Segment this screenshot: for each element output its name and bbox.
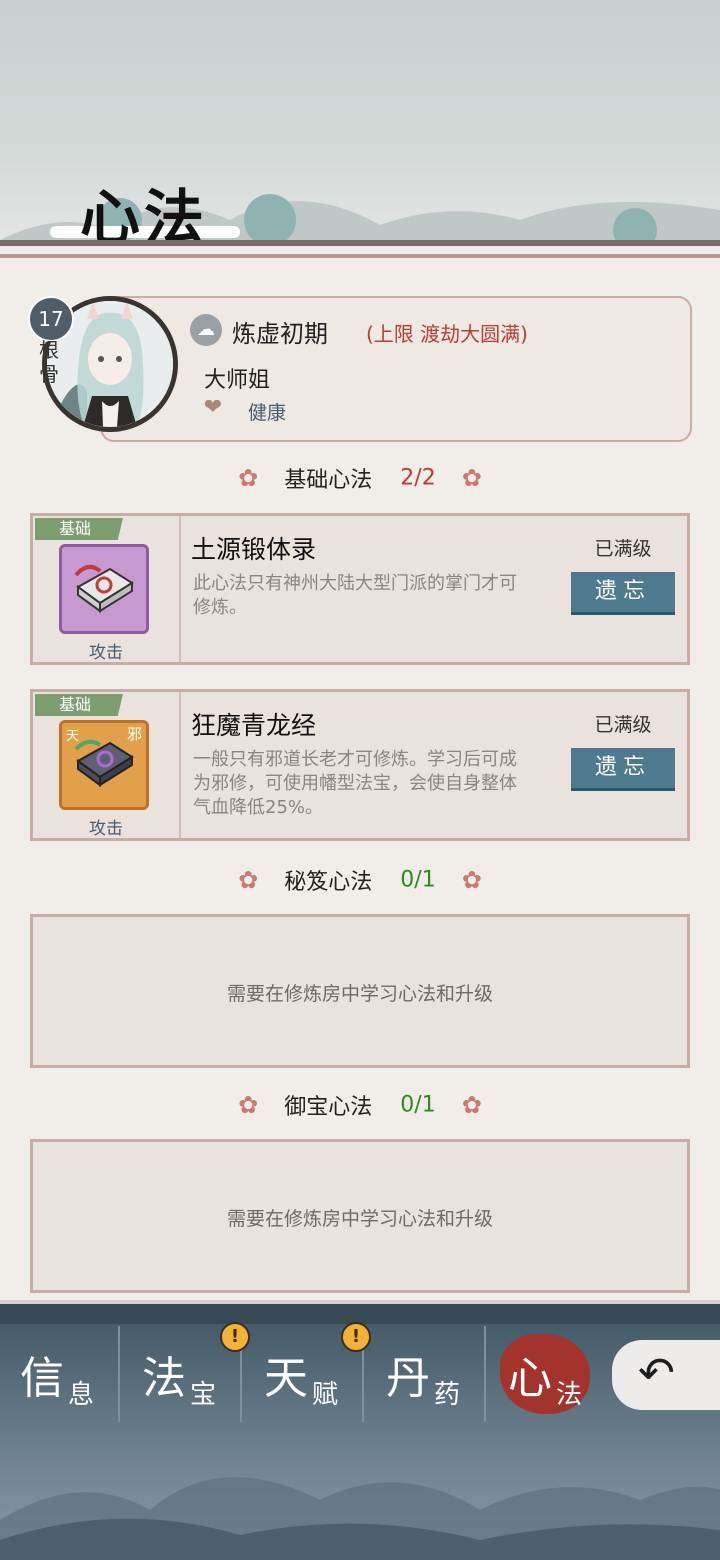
heart-plus-icon: ❤ bbox=[203, 395, 223, 420]
technique-icon[interactable] bbox=[59, 544, 149, 634]
technique-type: 攻击 bbox=[89, 819, 123, 839]
technique-status: 已满级 bbox=[594, 714, 652, 736]
section-title: 秘笈心法 bbox=[284, 870, 373, 895]
flower-icon: ✿ bbox=[461, 1091, 482, 1119]
book-icon bbox=[74, 739, 134, 787]
flower-icon: ✿ bbox=[461, 866, 482, 894]
level-label: 根骨 bbox=[39, 338, 59, 386]
forget-button[interactable]: 遗忘 bbox=[571, 748, 675, 791]
nav-tab-char: 法 bbox=[142, 1353, 186, 1404]
nav-tab-char: 天 bbox=[264, 1353, 308, 1404]
section-header-treasure: ✿ 御宝心法 0/1 ✿ bbox=[0, 1089, 720, 1129]
nav-tab-char-small: 息 bbox=[68, 1380, 95, 1410]
technique-type: 攻击 bbox=[89, 643, 123, 663]
technique-tag: 基础 bbox=[35, 518, 123, 540]
character-name: 大师姐 bbox=[204, 368, 271, 393]
empty-technique-slot[interactable]: 需要在修炼房中学习心法和升级 bbox=[30, 1139, 690, 1293]
health-status: 健康 bbox=[248, 402, 287, 424]
technique-card[interactable]: 基础 天 邪 攻击 狂魔青龙经 一般只有邪道长老才可修炼。学习后可成为邪修，可使… bbox=[30, 689, 690, 841]
section-header-secret: ✿ 秘笈心法 0/1 ✿ bbox=[0, 864, 720, 904]
technique-name: 土源锻体录 bbox=[191, 535, 317, 564]
panel-divider bbox=[0, 254, 720, 258]
flower-icon: ✿ bbox=[238, 464, 259, 492]
nav-tab-char: 丹 bbox=[386, 1353, 430, 1404]
nav-tab-pills[interactable]: 丹 药 bbox=[366, 1326, 486, 1422]
flower-icon: ✿ bbox=[238, 866, 259, 894]
technique-name: 狂魔青龙经 bbox=[191, 711, 317, 740]
section-title: 御宝心法 bbox=[284, 1095, 373, 1120]
technique-description: 一般只有邪道长老才可修炼。学习后可成为邪修，可使用幡型法宝，会使自身整体气血降低… bbox=[193, 749, 517, 818]
technique-tag: 基础 bbox=[35, 694, 123, 716]
alert-badge-icon: ! bbox=[341, 1322, 371, 1352]
flower-icon: ✿ bbox=[238, 1091, 259, 1119]
nav-tab-char-small: 赋 bbox=[312, 1380, 339, 1410]
alert-badge-icon: ! bbox=[220, 1322, 250, 1352]
realm-limit: (上限 渡劫大圆满) bbox=[366, 322, 528, 346]
cloud-icon: ☁ bbox=[190, 314, 222, 346]
nav-tab-char-small: 药 bbox=[434, 1380, 461, 1410]
back-button[interactable]: ↶ bbox=[612, 1340, 720, 1410]
technique-card[interactable]: 基础 攻击 土源锻体录 此心法只有神州大陆大型门派的掌门才可修炼。 已满级 遗忘 bbox=[30, 513, 690, 665]
section-count: 0/1 bbox=[400, 1092, 436, 1118]
nav-tab-technique[interactable]: 心 法 bbox=[488, 1326, 608, 1422]
character-realm: 炼虚初期 bbox=[232, 320, 328, 348]
bottom-mountains bbox=[0, 1477, 720, 1560]
section-title: 基础心法 bbox=[284, 468, 373, 493]
nav-tab-info[interactable]: 信 息 bbox=[0, 1326, 120, 1422]
empty-slot-hint: 需要在修炼房中学习心法和升级 bbox=[226, 983, 493, 1005]
section-header-basic: ✿ 基础心法 2/2 ✿ bbox=[0, 462, 720, 502]
back-arrow-icon: ↶ bbox=[638, 1348, 675, 1399]
technique-icon[interactable]: 天 邪 bbox=[59, 720, 149, 810]
nav-tab-char: 心 bbox=[508, 1353, 552, 1404]
forget-button[interactable]: 遗忘 bbox=[571, 572, 675, 615]
technique-icon-panel: 基础 天 邪 攻击 bbox=[33, 692, 181, 839]
section-count: 2/2 bbox=[400, 465, 436, 491]
bottom-nav-border bbox=[0, 1300, 720, 1324]
empty-technique-slot[interactable]: 需要在修炼房中学习心法和升级 bbox=[30, 914, 690, 1068]
level-badge: 17 bbox=[28, 296, 74, 342]
nav-tab-char-small: 宝 bbox=[190, 1380, 217, 1410]
nav-tab-char: 信 bbox=[20, 1353, 64, 1404]
section-count: 0/1 bbox=[400, 867, 436, 893]
technique-description: 此心法只有神州大陆大型门派的掌门才可修炼。 bbox=[193, 573, 517, 618]
nav-tab-char-small: 法 bbox=[556, 1380, 583, 1410]
book-icon bbox=[74, 564, 134, 613]
technique-status: 已满级 bbox=[594, 538, 652, 560]
empty-slot-hint: 需要在修炼房中学习心法和升级 bbox=[226, 1208, 493, 1230]
technique-icon-panel: 基础 攻击 bbox=[33, 516, 181, 663]
flower-icon: ✿ bbox=[461, 464, 482, 492]
